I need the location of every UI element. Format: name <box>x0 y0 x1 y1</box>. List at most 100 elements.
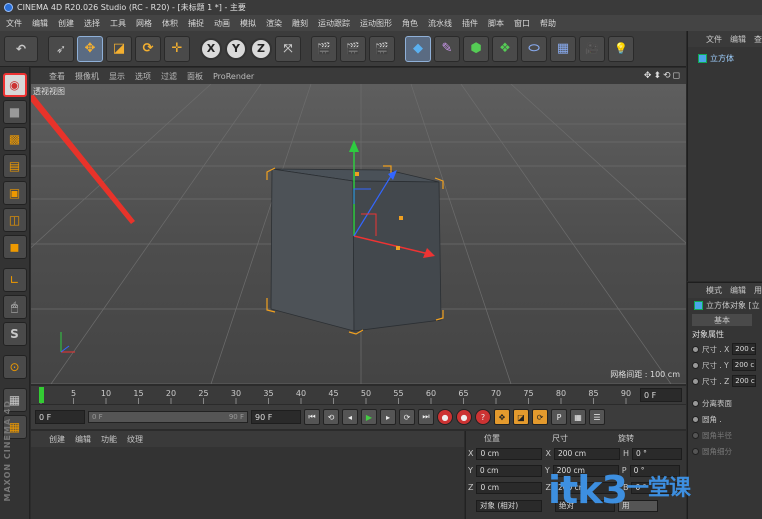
menu-help[interactable]: 帮助 <box>540 18 556 29</box>
radio-icon[interactable] <box>692 345 699 353</box>
object-menu-edit[interactable]: 编辑 <box>730 34 746 45</box>
rotate-button[interactable]: ⟳ <box>135 35 161 62</box>
prev-frame-button[interactable]: ◂ <box>342 409 358 425</box>
position-x-field[interactable]: 0 cm <box>476 447 543 460</box>
move-button[interactable]: ✥ <box>77 35 103 62</box>
viewport-menu-view[interactable]: 查看 <box>49 71 65 82</box>
object-row-cube[interactable]: 立方体 <box>688 51 762 65</box>
menu-mesh[interactable]: 网格 <box>136 18 152 29</box>
key-scale-button[interactable]: ◪ <box>513 409 529 425</box>
attribute-menu-user[interactable]: 用 <box>754 285 762 296</box>
render-view-button[interactable]: 🎬 <box>311 35 337 62</box>
x-axis-button[interactable]: X <box>200 37 222 60</box>
radio-icon[interactable] <box>692 431 699 439</box>
size-x-field[interactable]: 200 cm <box>553 447 620 460</box>
goto-end-button[interactable]: ⏭ <box>418 409 434 425</box>
key-rotation-button[interactable]: ⟳ <box>532 409 548 425</box>
coordinate-system-button[interactable]: ⤧ <box>275 35 301 62</box>
edges-mode-button[interactable]: ◫ <box>2 208 27 232</box>
render-picture-viewer-button[interactable]: 🎬 <box>340 35 366 62</box>
menu-simulate[interactable]: 模拟 <box>240 18 256 29</box>
deformer-button[interactable]: ⬭ <box>521 35 547 62</box>
z-axis-button[interactable]: Z <box>250 37 272 60</box>
workplane-mode-button[interactable]: ▤ <box>2 154 27 178</box>
radio-icon[interactable] <box>692 447 699 455</box>
position-z-field[interactable]: 0 cm <box>476 481 543 494</box>
viewport-nav-icons[interactable]: ✥⬍⟲◻ <box>644 71 682 81</box>
snap-button[interactable]: S <box>2 322 27 346</box>
menu-snap[interactable]: 捕捉 <box>188 18 204 29</box>
keyframe-selection-button[interactable]: ? <box>475 409 491 425</box>
size-z-value[interactable]: 200 c <box>732 375 757 387</box>
viewport-menu-filter[interactable]: 过滤 <box>161 71 177 82</box>
position-y-field[interactable]: 0 cm <box>475 464 542 477</box>
viewport-menu-display[interactable]: 显示 <box>109 71 125 82</box>
y-axis-button[interactable]: Y <box>225 37 247 60</box>
model-mode-button[interactable]: ■ <box>2 100 27 124</box>
attribute-menu-edit[interactable]: 编辑 <box>730 285 746 296</box>
material-menu-edit[interactable]: 编辑 <box>75 434 91 445</box>
timeline-end-field[interactable]: 0 F <box>640 388 682 402</box>
menu-plugins[interactable]: 插件 <box>462 18 478 29</box>
undo-button[interactable]: ↶ <box>4 35 38 62</box>
key-pla-button[interactable]: ▦ <box>570 409 586 425</box>
size-x-value[interactable]: 200 c <box>732 343 757 355</box>
viewport-menu-prorender[interactable]: ProRender <box>213 72 254 81</box>
points-mode-button[interactable]: ▣ <box>2 181 27 205</box>
end-frame-field[interactable]: 90 F <box>251 410 301 424</box>
coords-mode-dropdown[interactable]: 对象 (相对) <box>476 499 542 512</box>
camera-button[interactable]: 🎥 <box>579 35 605 62</box>
tab-basic[interactable]: 基本 <box>692 314 752 326</box>
menu-render[interactable]: 渲染 <box>266 18 282 29</box>
radio-icon[interactable] <box>692 377 699 385</box>
timeline-ruler[interactable]: 051015202530354045505560657075808590 0 F <box>31 386 686 404</box>
prev-key-button[interactable]: ⟲ <box>323 409 339 425</box>
goto-start-button[interactable]: ⏮ <box>304 409 320 425</box>
play-button[interactable]: ▶ <box>361 409 377 425</box>
live-select-button[interactable]: ➶ <box>48 35 74 62</box>
menu-script[interactable]: 脚本 <box>488 18 504 29</box>
start-frame-field[interactable]: 0 F <box>35 410 85 424</box>
menu-animate[interactable]: 动画 <box>214 18 230 29</box>
menu-motion-tracking[interactable]: 运动跟踪 <box>318 18 350 29</box>
perspective-viewport[interactable]: 透视视图 网格间距 : 100 cm <box>31 84 686 384</box>
floor-button[interactable]: ▦ <box>550 35 576 62</box>
material-menu-function[interactable]: 功能 <box>101 434 117 445</box>
object-menu-view[interactable]: 查 <box>754 34 762 45</box>
subdivision-button[interactable]: ⬢ <box>463 35 489 62</box>
light-button[interactable]: 💡 <box>608 35 634 62</box>
radio-icon[interactable] <box>692 361 699 369</box>
auto-key-button[interactable]: ● <box>456 409 472 425</box>
key-param-button[interactable]: P <box>551 409 567 425</box>
menu-tools[interactable]: 工具 <box>110 18 126 29</box>
key-position-button[interactable]: ✥ <box>494 409 510 425</box>
menu-mograph[interactable]: 运动图形 <box>360 18 392 29</box>
array-button[interactable]: ❖ <box>492 35 518 62</box>
tweak-mode-button[interactable]: 🖱 <box>2 295 27 319</box>
next-frame-button[interactable]: ▸ <box>380 409 396 425</box>
frame-range-slider[interactable]: 0 F 90 F <box>88 411 248 423</box>
scale-button[interactable]: ◪ <box>106 35 132 62</box>
menu-sculpt[interactable]: 雕刻 <box>292 18 308 29</box>
timeline-menu-button[interactable]: ☰ <box>589 409 605 425</box>
axis-mode-button[interactable]: ∟ <box>2 268 27 292</box>
menu-window[interactable]: 窗口 <box>514 18 530 29</box>
menu-volume[interactable]: 体积 <box>162 18 178 29</box>
radio-icon[interactable] <box>692 415 699 423</box>
next-key-button[interactable]: ⟳ <box>399 409 415 425</box>
timeline-playhead[interactable] <box>39 387 44 403</box>
recent-tool-button[interactable]: ✛ <box>164 35 190 62</box>
rotation-h-field[interactable]: 0 ° <box>631 447 682 460</box>
menu-file[interactable]: 文件 <box>6 18 22 29</box>
texture-mode-button[interactable]: ▩ <box>2 127 27 151</box>
viewport-menu-options[interactable]: 选项 <box>135 71 151 82</box>
magnet-button[interactable]: ⊙ <box>2 355 27 379</box>
cube-button[interactable]: ◆ <box>405 35 431 62</box>
object-menu-file[interactable]: 文件 <box>706 34 722 45</box>
size-y-value[interactable]: 200 c <box>731 359 756 371</box>
attribute-menu-mode[interactable]: 模式 <box>706 285 722 296</box>
menu-edit[interactable]: 编辑 <box>32 18 48 29</box>
viewport-menu-cameras[interactable]: 摄像机 <box>75 71 99 82</box>
menu-select[interactable]: 选择 <box>84 18 100 29</box>
material-menu-create[interactable]: 创建 <box>49 434 65 445</box>
